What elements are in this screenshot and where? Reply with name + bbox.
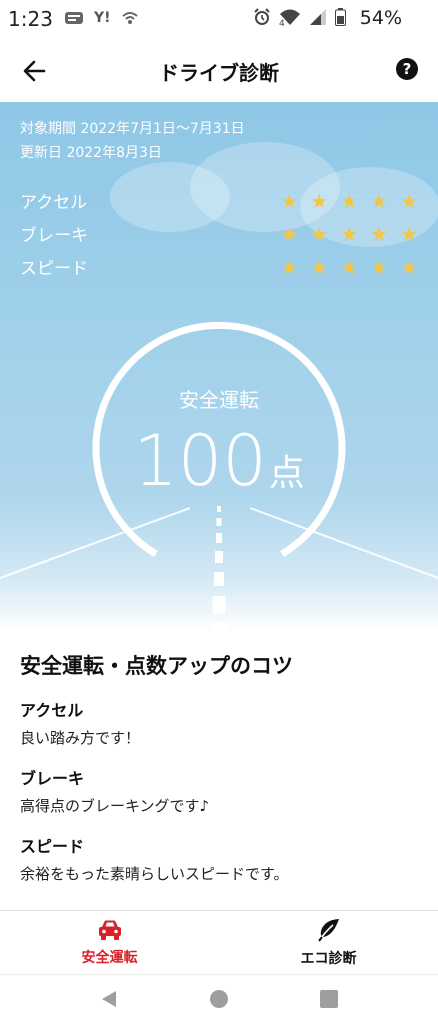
help-button[interactable]: ?: [396, 58, 418, 80]
yahoo-icon: Y!: [94, 10, 111, 26]
question-icon: ?: [402, 60, 412, 78]
score-value: 100: [133, 420, 267, 502]
tip-item: ブレーキ 高得点のブレーキングです♪: [20, 768, 418, 816]
battery-percent: 54%: [359, 7, 402, 29]
alarm-icon: [254, 8, 270, 25]
tip-label: スピード: [20, 837, 85, 856]
wifi-icon: 4: [279, 8, 301, 29]
back-triangle-icon[interactable]: [99, 989, 119, 1009]
notification-icons: Y!: [64, 10, 139, 26]
tab-safe-driving[interactable]: 安全運転: [0, 911, 219, 974]
horizon-right: [249, 507, 438, 579]
tip-label: ブレーキ: [20, 769, 85, 788]
leaf-icon: [317, 918, 339, 942]
recents-square-icon[interactable]: [319, 989, 339, 1009]
status-time: 1:23: [8, 7, 53, 31]
wifi-badge: 4: [279, 19, 285, 29]
score-label: 安全運転: [179, 388, 259, 412]
tips-section: 安全運転・点数アップのコツ アクセル 良い踏み方です！ ブレーキ 高得点のブレー…: [0, 632, 438, 884]
status-bar: 1:23 Y! 4 54%: [0, 0, 438, 40]
tip-label: アクセル: [20, 701, 84, 720]
tip-text: 余裕をもった素晴らしいスピードです。: [20, 865, 289, 883]
tab-label: 安全運転: [81, 949, 138, 966]
tip-text: 高得点のブレーキングです♪: [20, 797, 210, 815]
page-title: ドライブ診断: [159, 61, 279, 85]
score-unit: 点: [268, 453, 305, 494]
score-gauge-graphic: [0, 321, 438, 632]
horizon-left: [0, 507, 191, 579]
wifi-calling-icon: [121, 12, 138, 24]
tip-text: 良い踏み方です！: [20, 729, 141, 747]
signal-icon: [310, 9, 326, 25]
news-icon: [65, 12, 83, 24]
tip-item: スピード 余裕をもった素晴らしいスピードです。: [20, 836, 418, 884]
tab-eco-diagnosis[interactable]: エコ診断: [219, 911, 438, 974]
road-center-line: [211, 506, 227, 632]
app-bar: ドライブ診断 ?: [0, 40, 438, 102]
car-icon: [98, 920, 121, 940]
system-nav-bar: [0, 974, 438, 1024]
battery-icon: [335, 8, 346, 26]
tip-item: アクセル 良い踏み方です！: [20, 700, 418, 748]
score-hero: 対象期間 2022年7月1日〜7月31日 更新日 2022年8月3日 アクセル …: [0, 102, 438, 632]
tab-label: エコ診断: [300, 950, 357, 967]
bottom-nav: 安全運転 エコ診断: [0, 910, 438, 974]
tips-title: 安全運転・点数アップのコツ: [20, 654, 293, 678]
home-circle-icon[interactable]: [209, 989, 229, 1009]
system-status-icons: 4: [253, 8, 346, 29]
score-display: 100点: [0, 420, 438, 502]
